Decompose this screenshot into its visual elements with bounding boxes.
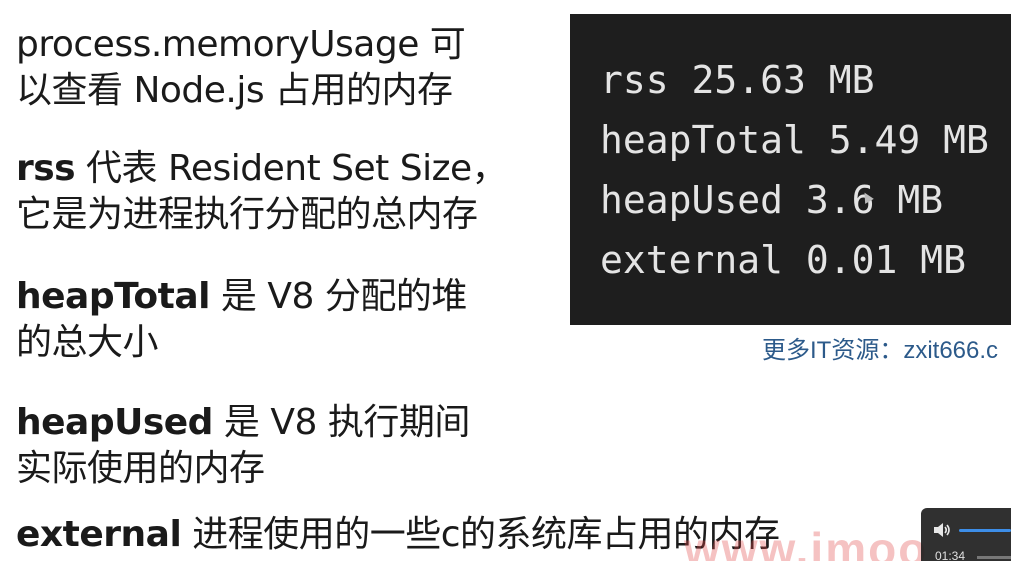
progress-bar[interactable] xyxy=(977,556,1011,559)
paragraph-line: 它是为进程执行分配的总内存 xyxy=(16,194,478,235)
terminal-line-heapused: heapUsed 3.6 MB xyxy=(600,178,944,222)
term-description: 是 V8 分配的堆 xyxy=(209,276,467,317)
slide: process.memoryUsage 可 以查看 Node.js 占用的内存 … xyxy=(0,0,1011,561)
resource-note: 更多IT资源：zxit666.c xyxy=(762,337,999,364)
term-external: external xyxy=(16,514,182,555)
terminal-output-panel: rss 25.63 MB heapTotal 5.49 MB heapUsed … xyxy=(570,14,1011,325)
terminal-line-rss: rss 25.63 MB xyxy=(600,58,875,102)
external-paragraph: external 进程使用的一些c的系统库占用的内存 xyxy=(16,512,780,558)
paragraph-line: process.memoryUsage 可 xyxy=(16,24,466,65)
rss-paragraph: rss 代表 Resident Set Size， 它是为进程执行分配的总内存 xyxy=(16,146,508,238)
paragraph-line: 以查看 Node.js 占用的内存 xyxy=(16,70,453,111)
term-description: 是 V8 执行期间 xyxy=(212,402,470,443)
playback-time: 01:34 xyxy=(935,549,966,561)
paragraph-line: rss 代表 Resident Set Size， xyxy=(16,146,508,192)
paragraph-line: 实际使用的内存 xyxy=(16,448,265,489)
volume-slider[interactable] xyxy=(959,529,1011,532)
watermark: www.imoo xyxy=(684,523,929,561)
paragraph-line: heapTotal 是 V8 分配的堆 xyxy=(16,274,467,320)
term-heapused: heapUsed xyxy=(16,402,213,443)
video-player-controls[interactable]: 01:34 xyxy=(921,508,1011,561)
paragraph-line: 的总大小 xyxy=(16,322,159,363)
paragraph-line: external 进程使用的一些c的系统库占用的内存 xyxy=(16,512,780,558)
speaker-icon[interactable] xyxy=(933,522,951,538)
term-description: 代表 Resident Set Size， xyxy=(75,148,508,189)
heaptotal-paragraph: heapTotal 是 V8 分配的堆 的总大小 xyxy=(16,274,467,366)
terminal-line-heaptotal: heapTotal 5.49 MB xyxy=(600,118,989,162)
heapused-paragraph: heapUsed 是 V8 执行期间 实际使用的内存 xyxy=(16,400,470,492)
term-heaptotal: heapTotal xyxy=(16,276,210,317)
term-rss: rss xyxy=(16,148,76,189)
paragraph-line: heapUsed 是 V8 执行期间 xyxy=(16,400,470,446)
terminal-line-external: external 0.01 MB xyxy=(600,238,967,282)
process-memoryusage-paragraph: process.memoryUsage 可 以查看 Node.js 占用的内存 xyxy=(16,22,466,114)
